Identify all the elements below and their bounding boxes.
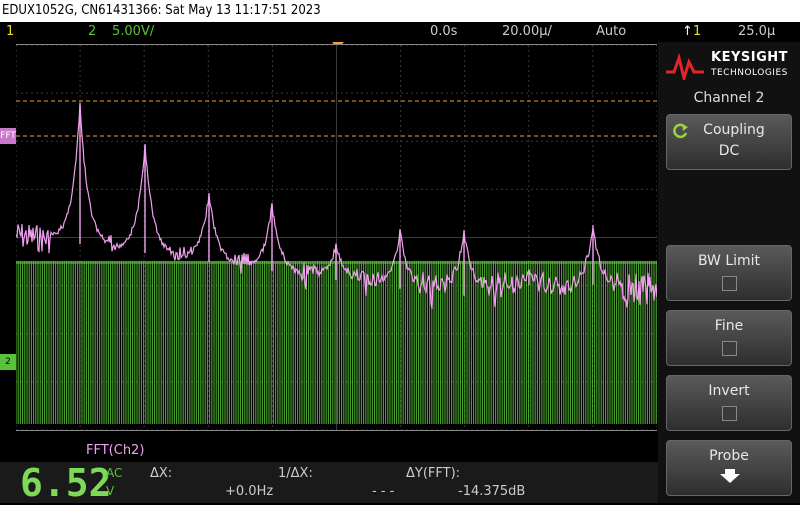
- measurement-bar: FFT(Ch2) 6.52 AC V ΔX: +0.0Hz 1/ΔX: - - …: [0, 442, 658, 503]
- softkey-panel: KEYSIGHT TECHNOLOGIES Channel 2 Coupling…: [658, 42, 800, 503]
- invert-softkey[interactable]: Invert: [666, 375, 792, 431]
- fft-source-label: FFT(Ch2): [86, 443, 145, 458]
- waveform-display[interactable]: [16, 44, 657, 431]
- brand-name: KEYSIGHT: [711, 50, 788, 65]
- keysight-logo: KEYSIGHT TECHNOLOGIES: [666, 50, 794, 86]
- delta-x-label: ΔX:: [150, 466, 173, 481]
- channel-2-big-value: 6.52: [20, 461, 112, 505]
- window-title: EDUX1052G, CN61431366: Sat May 13 11:17:…: [0, 0, 800, 22]
- bw-limit-softkey[interactable]: BW Limit: [666, 245, 792, 301]
- fine-checkbox[interactable]: [722, 341, 737, 356]
- fft-marker[interactable]: FFT: [0, 128, 16, 144]
- probe-softkey[interactable]: Probe: [666, 440, 792, 496]
- bw-limit-label: BW Limit: [697, 253, 761, 269]
- coupling-ac-label: AC: [106, 466, 123, 480]
- trigger-rising-icon: ↑: [682, 24, 693, 39]
- brand-sub: TECHNOLOGIES: [711, 68, 788, 78]
- trigger-mode: Auto: [596, 24, 627, 39]
- delta-y-label: ΔY(FFT):: [406, 466, 460, 481]
- menu-title: Channel 2: [693, 90, 765, 106]
- waveform-graticule: [16, 45, 657, 430]
- timebase-readout: 20.00µ/: [502, 24, 552, 39]
- coupling-label: Coupling: [703, 122, 765, 138]
- coupling-softkey[interactable]: Coupling DC: [666, 114, 792, 170]
- coupling-value: DC: [718, 143, 740, 159]
- bw-limit-checkbox[interactable]: [722, 276, 737, 291]
- invert-checkbox[interactable]: [722, 406, 737, 421]
- invert-label: Invert: [708, 383, 750, 399]
- probe-label: Probe: [709, 448, 749, 464]
- arrow-down-icon: [720, 469, 740, 483]
- fine-label: Fine: [714, 318, 744, 334]
- delta-y-label-text: ΔY(FFT):: [406, 466, 461, 481]
- inverse-delta-x-value: - - -: [372, 484, 395, 499]
- channel-1-indicator[interactable]: 1: [6, 22, 14, 42]
- left-marker-strip: FFT 2: [0, 42, 16, 442]
- delta-y-value: -14.375dB: [458, 484, 526, 499]
- channel-2-indicator[interactable]: 2: [88, 22, 96, 42]
- trigger-level: 25.0µ: [738, 24, 776, 39]
- delay-readout: 0.0s: [430, 24, 458, 39]
- status-bar: 1 2 5.00V/ 0.0s 20.00µ/ Auto ↑ 1 25.0µ: [0, 22, 800, 42]
- fine-softkey[interactable]: Fine: [666, 310, 792, 366]
- channel-2-scale: 5.00V/: [112, 24, 155, 39]
- inverse-delta-x-label: 1/ΔX:: [278, 466, 313, 481]
- channel-2-marker[interactable]: 2: [0, 354, 16, 370]
- delta-x-value: +0.0Hz: [225, 484, 274, 499]
- keysight-wave-icon: [666, 52, 704, 80]
- trigger-channel: 1: [693, 24, 702, 39]
- unit-label: V: [106, 484, 115, 498]
